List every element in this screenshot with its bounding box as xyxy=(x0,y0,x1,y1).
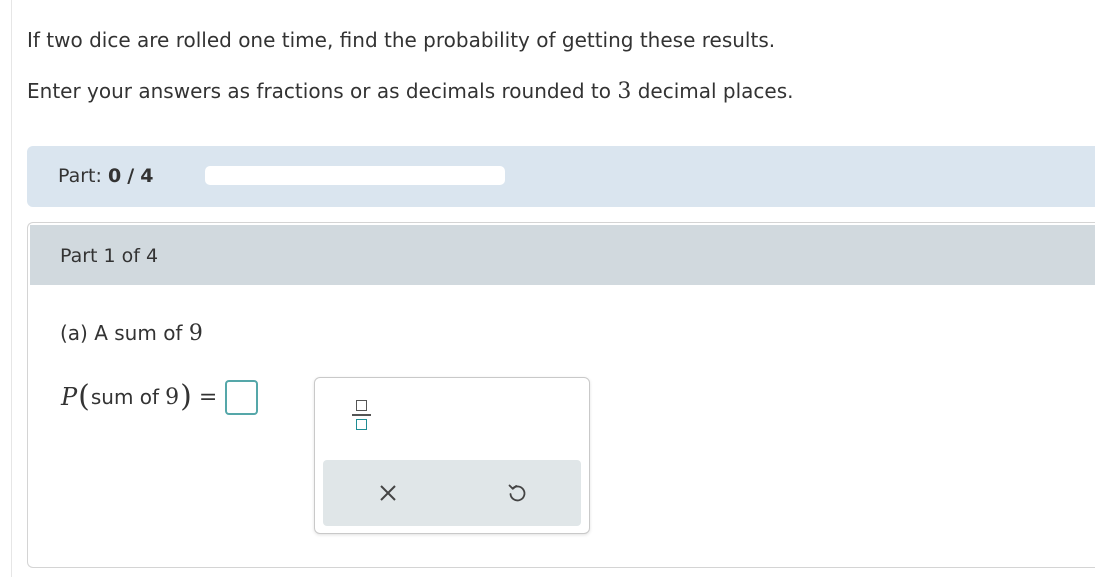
part-header-label: Part 1 of 4 xyxy=(60,245,159,267)
progress-track xyxy=(205,166,505,185)
part-progress-label: Part: 0 / 4 xyxy=(58,165,153,187)
math-toolbox xyxy=(314,377,590,534)
equation-number: 9 xyxy=(165,384,180,410)
part-progress-total: 4 xyxy=(140,165,154,187)
sub-question: (a) A sum of 9 xyxy=(60,321,203,346)
fraction-template-icon[interactable] xyxy=(349,398,377,438)
clear-button[interactable] xyxy=(373,478,403,508)
x-icon xyxy=(380,485,396,501)
undo-button[interactable] xyxy=(502,478,532,508)
answer-input[interactable] xyxy=(225,379,259,415)
equation-text: sum of xyxy=(90,385,160,409)
toolbox-footer xyxy=(323,460,581,526)
part-progress-completed: 0 xyxy=(107,165,122,187)
instruction-decimal-count: 3 xyxy=(617,79,632,104)
page: If two dice are rolled one time, find th… xyxy=(0,0,1095,577)
open-paren: ( xyxy=(78,379,90,414)
left-divider xyxy=(11,0,12,577)
sub-question-text: (a) A sum of xyxy=(60,321,183,345)
equals-sign: = xyxy=(198,384,218,410)
undo-icon xyxy=(508,484,526,502)
part-header: Part 1 of 4 xyxy=(30,225,1095,285)
part-progress-bar: Part: 0 / 4 xyxy=(27,146,1095,207)
instruction-text-1: If two dice are rolled one time, find th… xyxy=(27,28,776,52)
instruction-line-1: If two dice are rolled one time, find th… xyxy=(27,28,775,52)
part-progress-prefix: Part: xyxy=(58,165,102,187)
part-progress-separator: / xyxy=(127,165,135,187)
instruction-text-2-prefix: Enter your answers as fractions or as de… xyxy=(27,79,611,103)
part-card: Part 1 of 4 (a) A sum of 9 P ( sum of 9 … xyxy=(27,222,1095,568)
sub-question-number: 9 xyxy=(188,321,203,346)
probability-symbol: P xyxy=(61,383,78,411)
answer-equation: P ( sum of 9 ) = xyxy=(61,375,259,419)
instruction-text-2-suffix: decimal places. xyxy=(637,79,794,103)
instruction-line-2: Enter your answers as fractions or as de… xyxy=(27,79,794,104)
close-paren: ) xyxy=(180,379,192,414)
